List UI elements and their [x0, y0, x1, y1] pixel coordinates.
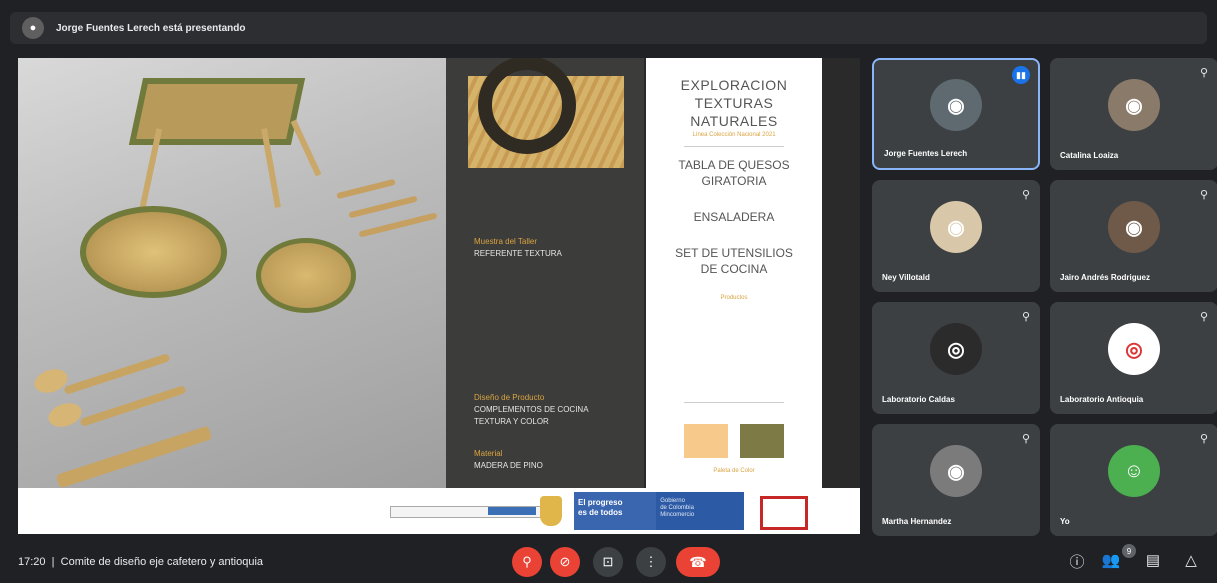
mic-off-icon: ⚲	[1021, 433, 1030, 445]
camera-off-icon: ⊘	[559, 554, 571, 569]
participant-avatar: ◉	[930, 79, 982, 132]
utensil	[358, 212, 438, 238]
divider	[684, 402, 784, 403]
design-title: Diseño de Producto	[474, 393, 545, 402]
presenting-text: Jorge Fuentes Lerech está presentando	[56, 22, 246, 34]
meeting-time: 17:20	[18, 556, 46, 568]
participant-name: Jorge Fuentes Lerech	[884, 149, 968, 158]
participant-name: Laboratorio Antioquia	[1060, 395, 1144, 404]
mic-off-icon: ⚲	[1199, 67, 1208, 79]
participant-name: Laboratorio Caldas	[882, 395, 955, 404]
participant-name: Jairo Andrés Rodriguez	[1060, 273, 1150, 282]
more-vert-icon: ⋮	[644, 554, 658, 569]
participant-avatar: ◉	[1108, 79, 1160, 132]
products-label: Productos	[720, 295, 748, 301]
presentation-stage[interactable]: Muestra del Taller REFERENTE TEXTURA Dis…	[18, 58, 860, 534]
presenting-banner: ● Jorge Fuentes Lerech está presentando	[10, 12, 1207, 44]
participant-name: Ney Villotald	[882, 273, 930, 282]
sponsor-banner: El progreso es de todos Gobierno de Colomb…	[18, 488, 860, 534]
utensil	[45, 399, 85, 431]
presenter-avatar: ●	[22, 17, 44, 39]
participant-tile[interactable]: ◉ ⚲ Martha Hernandez	[872, 424, 1040, 536]
government-logo: El progreso es de todos Gobierno de Colomb…	[574, 492, 744, 530]
meeting-name: Comite de diseño eje cafetero y antioqui…	[60, 556, 264, 568]
product-photo	[18, 58, 446, 489]
participant-tile[interactable]: ◎ ⚲ Laboratorio Caldas	[872, 302, 1040, 414]
banner-button	[488, 507, 536, 515]
participant-tile[interactable]: ◉ ▮▮ Jorge Fuentes Lerech	[872, 58, 1040, 170]
participant-tile[interactable]: ◉ ⚲ Ney Villotald	[872, 180, 1040, 292]
speaking-indicator-icon: ▮▮	[1012, 66, 1030, 84]
product-item: ENSALADERA	[693, 210, 775, 224]
chat-icon: ▤	[1145, 552, 1161, 569]
divider	[684, 146, 784, 147]
participant-avatar: ◎	[1108, 323, 1160, 376]
sample-value: REFERENTE TEXTURA	[474, 249, 562, 258]
utensil	[79, 385, 187, 427]
hangup-icon: ☎	[689, 553, 707, 570]
product-item: TABLA DE QUESOS GIRATORIA	[678, 158, 790, 188]
chat-button[interactable]: ▤	[1142, 551, 1164, 569]
mic-off-icon: ⚲	[522, 554, 532, 569]
people-button[interactable]: 👥	[1100, 551, 1122, 569]
info-icon: ⓘ	[1069, 554, 1085, 571]
tray-leg	[290, 119, 322, 177]
utensil	[55, 425, 213, 489]
mic-off-icon: ⚲	[1199, 433, 1208, 445]
design-value: TEXTURA Y COLOR	[474, 417, 549, 426]
present-icon: ⊡	[602, 554, 614, 569]
participant-name: Yo	[1060, 517, 1070, 526]
product-list-panel: EXPLORACION TEXTURAS NATURALES Línea Col…	[646, 58, 822, 488]
product-item: SET DE UTENSILIOS DE COCINA	[675, 246, 793, 276]
more-options-button[interactable]: ⋮	[636, 547, 666, 577]
palette-label: Paleta de Color	[713, 468, 755, 474]
sample-title: Muestra del Taller	[474, 237, 537, 246]
slide-subtitle: Línea Colección Nacional 2021	[692, 132, 776, 138]
cheese-board	[256, 238, 356, 313]
present-screen-button[interactable]: ⊡	[593, 547, 623, 577]
texture-sample-photo	[468, 58, 624, 168]
participant-avatar: ☺	[1108, 445, 1160, 498]
microphone-toggle-button[interactable]: ⚲	[512, 547, 542, 577]
utensil	[348, 195, 418, 219]
participant-tile[interactable]: ◉ ⚲ Jairo Andrés Rodriguez	[1050, 180, 1217, 292]
mic-off-icon: ⚲	[1199, 189, 1208, 201]
color-swatch	[684, 424, 728, 458]
participant-avatar: ◉	[930, 201, 982, 254]
design-value: COMPLEMENTOS DE COCINA	[474, 405, 589, 414]
slide-title: EXPLORACION TEXTURAS NATURALES	[680, 77, 788, 129]
mic-off-icon: ⚲	[1021, 311, 1030, 323]
material-value: MADERA DE PINO	[474, 461, 543, 470]
artesanias-logo-icon	[760, 496, 808, 530]
meeting-details-button[interactable]: ⓘ	[1066, 551, 1088, 572]
mic-off-icon: ⚲	[1199, 311, 1208, 323]
meeting-toolbar: 17:20 | Comite de diseño eje cafetero y …	[0, 541, 1217, 583]
participant-tile[interactable]: ◉ ⚲ Catalina Loaiza	[1050, 58, 1217, 170]
meeting-info: 17:20 | Comite de diseño eje cafetero y …	[18, 556, 264, 568]
activities-icon: △	[1185, 552, 1197, 569]
leave-call-button[interactable]: ☎	[676, 547, 720, 577]
utensil	[63, 353, 171, 395]
participant-avatar: ◉	[930, 445, 982, 498]
participant-count-badge: 9	[1122, 544, 1136, 558]
material-title: Material	[474, 449, 503, 458]
participant-tile[interactable]: ☺ ⚲ Yo	[1050, 424, 1217, 536]
participant-avatar: ◎	[930, 323, 982, 376]
salad-bowl	[80, 206, 227, 298]
color-swatch	[740, 424, 784, 458]
activities-button[interactable]: △	[1180, 551, 1202, 569]
utensil	[336, 178, 396, 200]
participant-name: Catalina Loaiza	[1060, 151, 1119, 160]
mic-off-icon: ⚲	[1021, 189, 1030, 201]
colombia-shield-icon	[540, 496, 562, 526]
info-panel: Muestra del Taller REFERENTE TEXTURA Dis…	[446, 58, 644, 488]
participant-avatar: ◉	[1108, 201, 1160, 254]
participant-name: Martha Hernandez	[882, 517, 952, 526]
camera-toggle-button[interactable]: ⊘	[550, 547, 580, 577]
participant-tile[interactable]: ◎ ⚲ Laboratorio Antioquia	[1050, 302, 1217, 414]
people-icon: 👥	[1101, 552, 1121, 569]
